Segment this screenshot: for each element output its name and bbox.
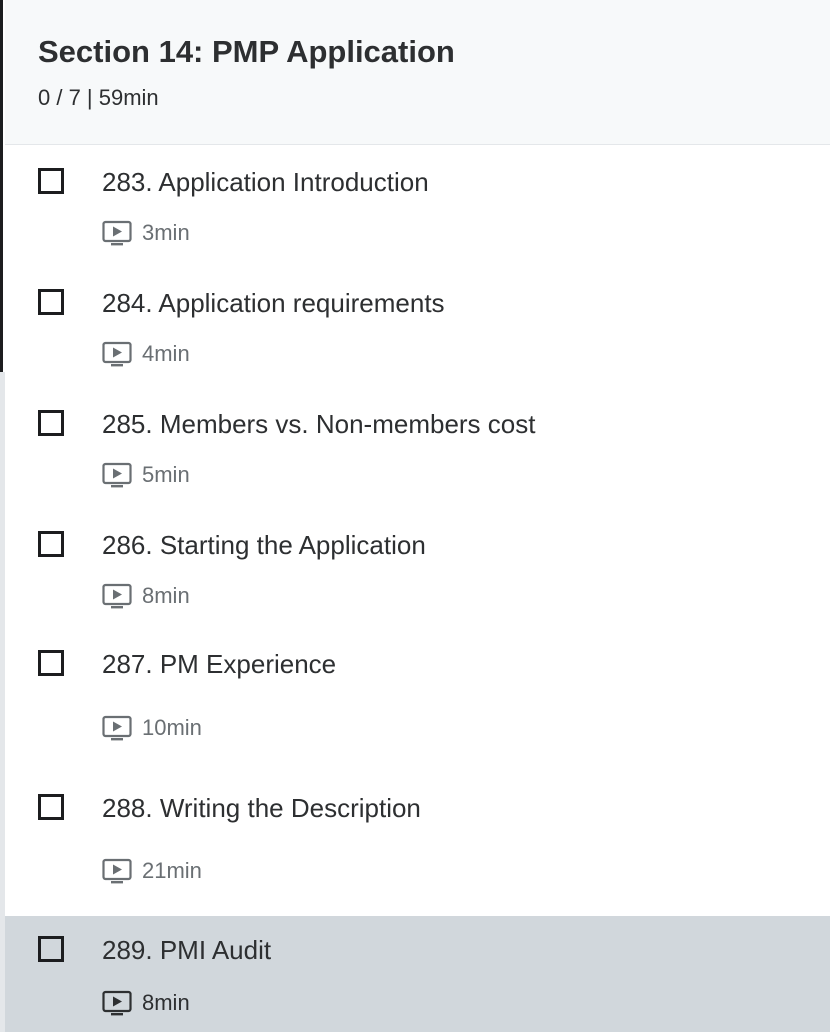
lecture-title: 283. Application Introduction xyxy=(102,167,429,197)
section-title: Section 14: PMP Application xyxy=(38,34,455,69)
video-icon xyxy=(102,715,132,741)
sidebar-left-edge xyxy=(0,0,3,372)
lecture-meta: 21min xyxy=(102,858,202,884)
video-icon xyxy=(102,220,132,246)
lecture-title: 288. Writing the Description xyxy=(102,793,421,823)
lecture-item-289-active[interactable]: 289. PMI Audit 8min xyxy=(5,916,830,1032)
lecture-complete-checkbox[interactable] xyxy=(38,936,64,962)
lecture-meta: 3min xyxy=(102,220,190,246)
lecture-duration: 3min xyxy=(142,220,190,245)
section-header[interactable]: Section 14: PMP Application 0 / 7 | 59mi… xyxy=(5,0,830,145)
section-progress-meta: 0 / 7 | 59min xyxy=(38,85,159,110)
lecture-item-288[interactable]: 288. Writing the Description 21min xyxy=(5,767,830,916)
video-icon xyxy=(102,462,132,488)
lecture-duration: 10min xyxy=(142,715,202,740)
lecture-meta: 5min xyxy=(102,462,190,488)
lecture-complete-checkbox[interactable] xyxy=(38,168,64,194)
lecture-item-284[interactable]: 284. Application requirements 4min xyxy=(5,267,830,388)
lecture-duration: 8min xyxy=(142,990,190,1015)
video-icon xyxy=(102,990,132,1016)
video-icon xyxy=(102,858,132,884)
lecture-title: 287. PM Experience xyxy=(102,649,337,679)
lecture-title: 289. PMI Audit xyxy=(102,935,272,965)
lecture-complete-checkbox[interactable] xyxy=(38,410,64,436)
lecture-meta: 10min xyxy=(102,715,202,741)
lecture-title: 284. Application requirements xyxy=(102,288,445,318)
lecture-duration: 5min xyxy=(142,462,190,487)
lecture-title: 285. Members vs. Non-members cost xyxy=(102,409,536,439)
lecture-complete-checkbox[interactable] xyxy=(38,289,64,315)
lecture-meta: 8min xyxy=(102,583,190,609)
lecture-duration: 8min xyxy=(142,583,190,608)
lecture-complete-checkbox[interactable] xyxy=(38,794,64,820)
lecture-complete-checkbox[interactable] xyxy=(38,650,64,676)
lecture-meta: 8min xyxy=(102,990,190,1016)
video-icon xyxy=(102,583,132,609)
video-icon xyxy=(102,341,132,367)
lecture-duration: 21min xyxy=(142,858,202,883)
lecture-title: 286. Starting the Application xyxy=(102,530,426,560)
lecture-meta: 4min xyxy=(102,341,190,367)
lecture-item-287[interactable]: 287. PM Experience 10min xyxy=(5,630,830,767)
lecture-item-286[interactable]: 286. Starting the Application 8min xyxy=(5,509,830,630)
lecture-item-283[interactable]: 283. Application Introduction 3min xyxy=(5,146,830,267)
lecture-duration: 4min xyxy=(142,341,190,366)
lecture-complete-checkbox[interactable] xyxy=(38,531,64,557)
lecture-item-285[interactable]: 285. Members vs. Non-members cost 5min xyxy=(5,388,830,509)
